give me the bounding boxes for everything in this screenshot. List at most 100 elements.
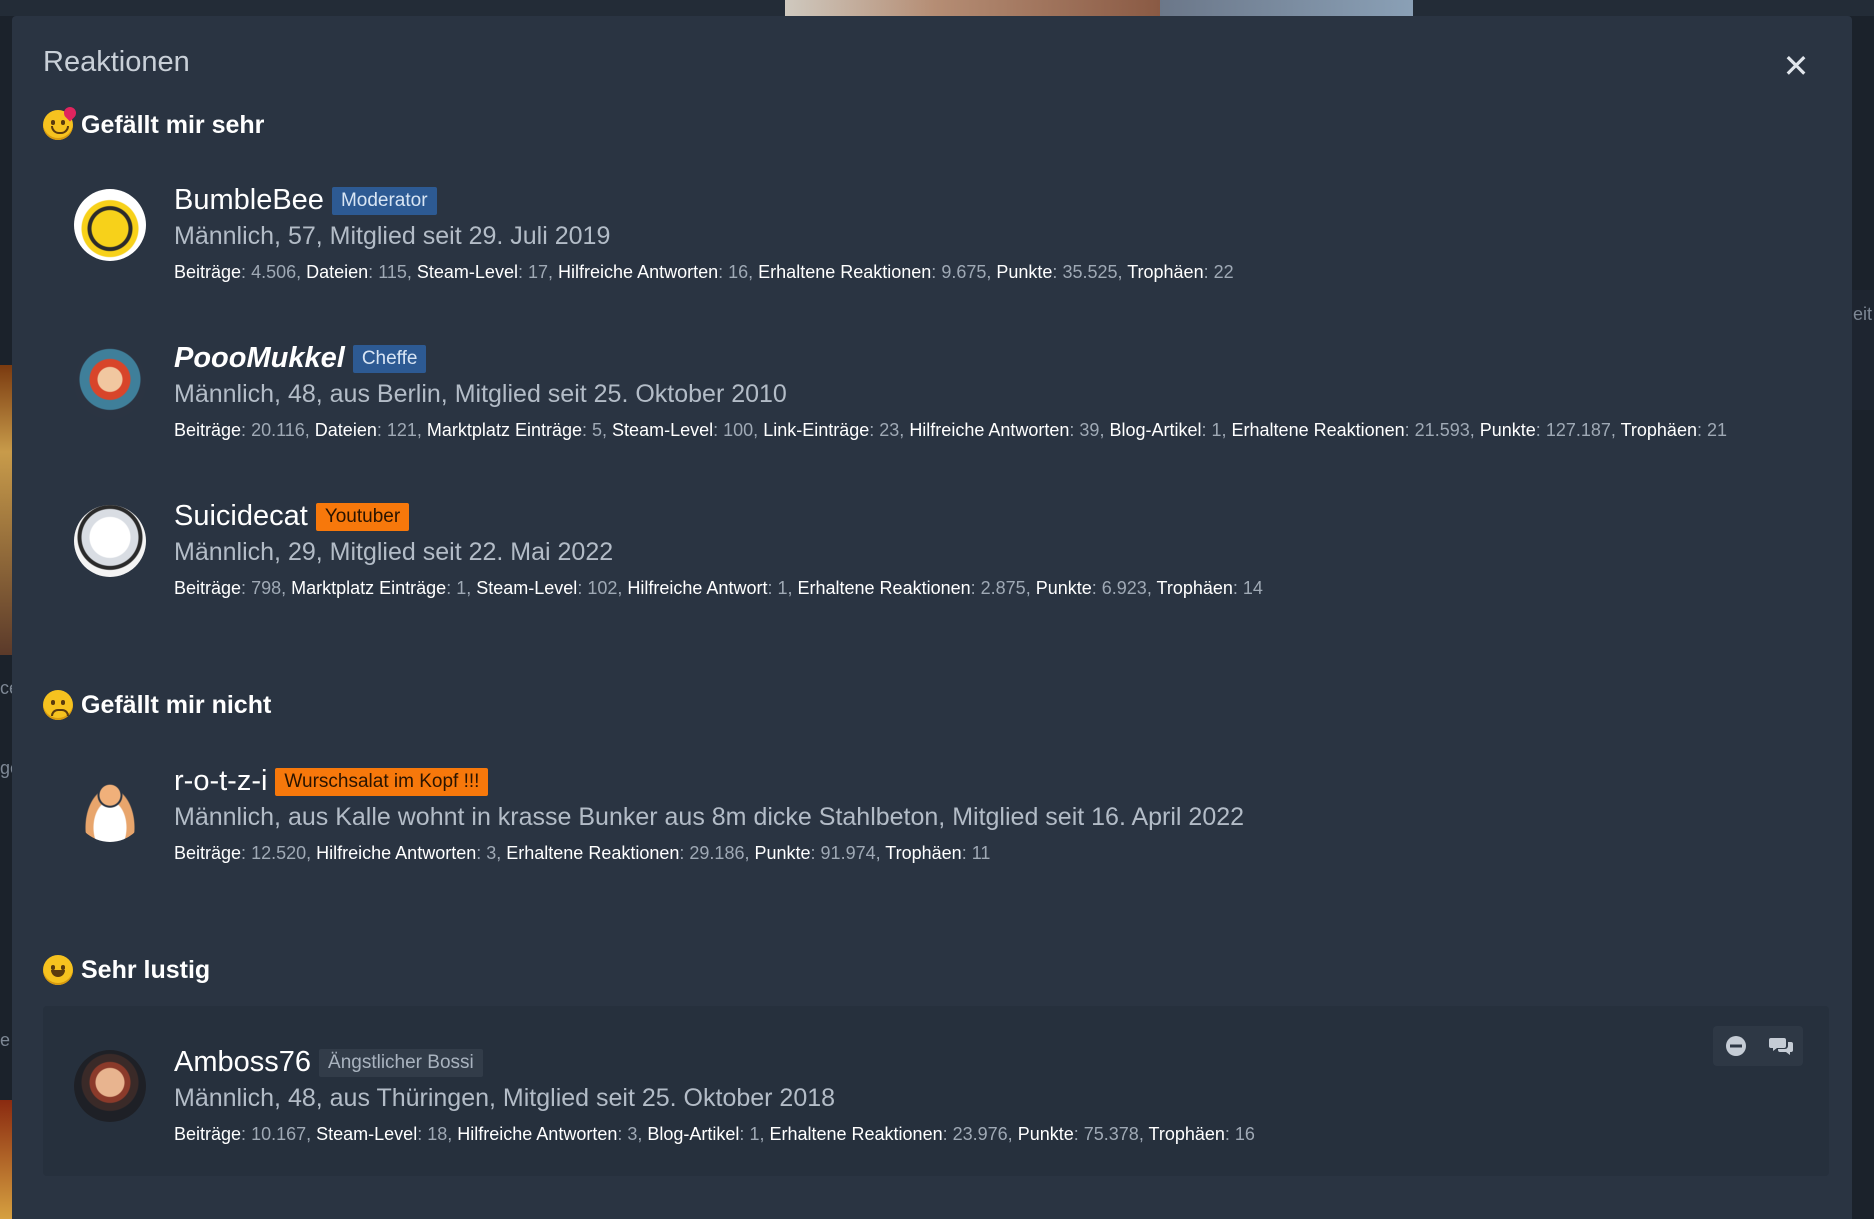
reaction-section-label: Gefällt mir nicht (81, 690, 272, 719)
stat-value: 127.187 (1545, 420, 1611, 440)
stat-value: 9.675 (941, 262, 987, 282)
stat-label: Beiträge (174, 420, 242, 440)
stat-value: 12.520 (251, 843, 307, 863)
reaction-user-item: PoooMukkel Cheffe Männlich, 48, aus Berl… (43, 342, 1829, 472)
user-action-buttons (1713, 1026, 1803, 1066)
stat-label: Erhaltene Reaktionen (769, 1124, 943, 1144)
reaction-section-header: Gefällt mir sehr (43, 110, 264, 140)
reaction-user-item: BumbleBee Moderator Männlich, 57, Mitgli… (43, 184, 1829, 314)
stat-value: 11 (971, 843, 991, 863)
stat-value: 3 (486, 843, 497, 863)
stat-value: 10.167 (251, 1124, 307, 1144)
stat-label: Erhaltene Reaktionen (758, 262, 932, 282)
stat-value: 1 (1211, 420, 1222, 440)
stat-value: 115 (378, 262, 407, 282)
stat-label: Steam-Level (612, 420, 714, 440)
stat-label: Hilfreiche Antworten (909, 420, 1070, 440)
user-stats-line: Beiträge: 12.520, Hilfreiche Antworten: … (174, 843, 991, 863)
stat-label: Trophäen (1620, 420, 1697, 440)
user-rank-badge: Moderator (331, 186, 437, 215)
user-name-row: BumbleBee Moderator (174, 184, 437, 217)
stat-label: Steam-Level (416, 262, 518, 282)
stat-label: Marktplatz Einträge (426, 420, 582, 440)
stat-value: 1 (749, 1124, 760, 1144)
stat-label: Marktplatz Einträge (291, 578, 447, 598)
stat-label: Trophäen (885, 843, 962, 863)
username-link[interactable]: PoooMukkel (174, 342, 345, 375)
stat-label: Dateien (314, 420, 377, 440)
stat-label: Punkte (1017, 1124, 1074, 1144)
stat-label: Blog-Artikel (1109, 420, 1202, 440)
user-stats-line: Beiträge: 798, Marktplatz Einträge: 1, S… (174, 578, 1263, 598)
user-stats-line: Beiträge: 10.167, Steam-Level: 18, Hilfr… (174, 1124, 1255, 1144)
stat-label: Blog-Artikel (647, 1124, 740, 1144)
dialog-title: Reaktionen (43, 46, 190, 78)
stat-value: 23.976 (952, 1124, 1008, 1144)
user-name-row: r-o-t-z-i Wurschsalat im Kopf !!! (174, 765, 489, 798)
stat-label: Erhaltene Reaktionen (1231, 420, 1405, 440)
stat-value: 2.875 (980, 578, 1026, 598)
stat-value: 21 (1706, 420, 1728, 440)
laughing-emoji-icon (43, 955, 73, 985)
reaction-user-item: r-o-t-z-i Wurschsalat im Kopf !!! Männli… (43, 765, 1829, 895)
user-stats-line: Beiträge: 4.506, Dateien: 115, Steam-Lev… (174, 262, 1234, 282)
user-info-line: Männlich, aus Kalle wohnt in krasse Bunk… (174, 803, 1245, 831)
stat-label: Trophäen (1148, 1124, 1225, 1144)
stat-value: 16 (728, 262, 749, 282)
username-link[interactable]: r-o-t-z-i (174, 765, 267, 798)
user-info-line: Männlich, 29, Mitglied seit 22. Mai 2022 (174, 538, 614, 566)
conversation-icon[interactable] (1768, 1034, 1793, 1058)
close-button[interactable]: ✕ (1780, 50, 1812, 82)
stat-label: Beiträge (174, 262, 242, 282)
background-banner-image-2 (1160, 0, 1413, 16)
user-info-line: Männlich, 48, aus Berlin, Mitglied seit … (174, 380, 787, 408)
stat-value: 22 (1213, 262, 1234, 282)
reaction-user-item: Suicidecat Youtuber Männlich, 29, Mitgli… (43, 500, 1829, 630)
stat-value: 91.974 (820, 843, 876, 863)
background-page-top (0, 0, 1874, 16)
avatar[interactable] (74, 1050, 146, 1122)
user-info-line: Männlich, 48, aus Thüringen, Mitglied se… (174, 1084, 836, 1112)
username-link[interactable]: Amboss76 (174, 1046, 311, 1079)
stat-label: Erhaltene Reaktionen (797, 578, 971, 598)
stat-value: 17 (527, 262, 549, 282)
user-rank-badge: Ängstlicher Bossi (319, 1048, 483, 1077)
reactions-dialog: Reaktionen ✕ Gefällt mir sehr BumbleBee … (12, 16, 1852, 1219)
username-link[interactable]: Suicidecat (174, 500, 308, 533)
reaction-section-header: Sehr lustig (43, 955, 210, 985)
stat-value: 102 (587, 578, 618, 598)
avatar[interactable] (74, 770, 146, 842)
stat-value: 39 (1079, 420, 1100, 440)
stat-value: 35.525 (1062, 262, 1118, 282)
stat-label: Trophäen (1156, 578, 1233, 598)
stat-label: Steam-Level (476, 578, 578, 598)
user-rank-badge: Cheffe (352, 344, 427, 373)
stat-label: Beiträge (174, 1124, 242, 1144)
stat-label: Steam-Level (316, 1124, 418, 1144)
ignore-icon[interactable] (1724, 1034, 1748, 1058)
user-info-line: Männlich, 57, Mitglied seit 29. Juli 201… (174, 222, 611, 250)
stat-value: 798 (251, 578, 282, 598)
stat-value: 75.378 (1083, 1124, 1139, 1144)
user-stats-line: Beiträge: 20.116, Dateien: 121, Marktpla… (174, 420, 1728, 440)
stat-value: 21.593 (1414, 420, 1470, 440)
stat-value: 6.923 (1101, 578, 1147, 598)
avatar[interactable] (74, 347, 146, 419)
stat-value: 16 (1234, 1124, 1255, 1144)
user-name-row: Amboss76 Ängstlicher Bossi (174, 1046, 483, 1079)
stat-label: Hilfreiche Antworten (558, 262, 719, 282)
stat-label: Trophäen (1127, 262, 1204, 282)
stat-label: Beiträge (174, 578, 242, 598)
username-link[interactable]: BumbleBee (174, 184, 324, 217)
stat-value: 29.186 (689, 843, 745, 863)
avatar[interactable] (74, 189, 146, 261)
reaction-section-header: Gefällt mir nicht (43, 690, 271, 720)
heart-eyes-emoji-icon (43, 110, 73, 140)
stat-label: Punkte (754, 843, 811, 863)
stat-value: 5 (592, 420, 603, 440)
stat-label: Link-Einträge (763, 420, 870, 440)
stat-value: 3 (627, 1124, 638, 1144)
stat-value: 23 (879, 420, 900, 440)
avatar[interactable] (74, 505, 146, 577)
user-name-row: Suicidecat Youtuber (174, 500, 410, 533)
